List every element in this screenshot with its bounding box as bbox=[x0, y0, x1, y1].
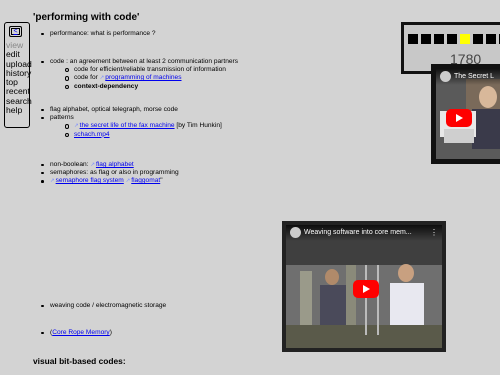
back-button[interactable]: < bbox=[9, 26, 22, 37]
core-rope-memory-link[interactable]: Core Rope Memory bbox=[52, 329, 110, 336]
fax-machine-author: [by Tim Hunkin] bbox=[174, 122, 222, 130]
video-title-bar: Weaving software into core mem... ⋮ bbox=[286, 225, 442, 241]
list-item: ↗semaphore flag system ↗flaggomat" bbox=[38, 177, 179, 185]
programming-of-machines-link[interactable]: programming of machines bbox=[105, 74, 181, 81]
sidebar: < view edit upload history top recent se… bbox=[4, 22, 32, 128]
list-item: code for ↗programming of machines bbox=[62, 74, 238, 82]
closing-quote: " bbox=[160, 177, 163, 185]
external-link-icon: ↗ bbox=[74, 123, 79, 130]
bit-square bbox=[473, 34, 483, 44]
video-thumbnail[interactable]: The Secret L bbox=[436, 69, 500, 159]
code-for-prefix: code for bbox=[74, 74, 100, 82]
external-link-icon: ↗ bbox=[50, 178, 55, 185]
list-item: performance: what is performance ? bbox=[38, 30, 156, 38]
semaphore-flag-system-link[interactable]: semaphore flag system bbox=[56, 177, 124, 184]
list-item: (Core Rope Memory) bbox=[38, 329, 112, 337]
external-link-icon: ↗ bbox=[90, 162, 95, 168]
nonboolean-prefix: non-boolean: bbox=[50, 161, 91, 168]
schach-video-link[interactable]: schach.mp4 bbox=[74, 131, 110, 138]
bit-square bbox=[408, 34, 418, 44]
more-options-icon[interactable]: ⋮ bbox=[430, 225, 438, 241]
list-item: weaving code / electromagnetic storage bbox=[38, 302, 166, 310]
flag-alphabet-link[interactable]: flag alphabet bbox=[96, 161, 134, 168]
play-icon[interactable] bbox=[446, 109, 472, 127]
patterns-sublist: ↗the secret life of the fax machine [by … bbox=[50, 122, 222, 138]
list-item: schach.mp4 bbox=[62, 131, 222, 139]
paren-close: ) bbox=[109, 329, 112, 336]
fax-machine-link[interactable]: the secret life of the fax machine bbox=[80, 122, 175, 129]
list-flag: flag alphabet, optical telegraph, morse … bbox=[38, 106, 222, 139]
list-core-rope: (Core Rope Memory) bbox=[38, 329, 112, 337]
list-item: context-dependency bbox=[62, 83, 238, 91]
list-item: flag alphabet, optical telegraph, morse … bbox=[38, 106, 222, 114]
list-item: code : an agreement between at least 2 c… bbox=[38, 58, 238, 91]
section-heading: visual bit-based codes: bbox=[33, 356, 126, 366]
bit-square bbox=[434, 34, 444, 44]
list-item: non-boolean: ↗flag alphabet bbox=[38, 161, 179, 169]
channel-avatar bbox=[440, 70, 451, 82]
sidebar-item-help[interactable]: help bbox=[6, 105, 29, 115]
video-embed-core-memory[interactable]: Weaving software into core mem... ⋮ bbox=[282, 221, 446, 352]
list-code: code : an agreement between at least 2 c… bbox=[38, 58, 238, 91]
video-title: Weaving software into core mem... bbox=[304, 229, 412, 236]
video-thumbnail[interactable]: Weaving software into core mem... ⋮ bbox=[286, 225, 442, 348]
video-title: The Secret L bbox=[454, 73, 495, 80]
video-title-bar: The Secret L bbox=[436, 69, 500, 85]
list-item: semaphores: as flag or also in programmi… bbox=[38, 169, 179, 177]
video-embed-secret-life[interactable]: The Secret L bbox=[431, 64, 500, 164]
list-item: ↗the secret life of the fax machine [by … bbox=[62, 122, 222, 130]
play-icon[interactable] bbox=[353, 280, 379, 298]
code-sublist: code for efficient/reliable transmission… bbox=[50, 66, 238, 91]
list-performance: performance: what is performance ? bbox=[38, 30, 156, 38]
bit-square bbox=[486, 34, 496, 44]
list-nonboolean: non-boolean: ↗flag alphabet semaphores: … bbox=[38, 161, 179, 186]
list-item: patterns ↗the secret life of the fax mac… bbox=[38, 114, 222, 139]
external-link-icon: ↗ bbox=[125, 178, 131, 185]
list-weaving: weaving code / electromagnetic storage bbox=[38, 302, 166, 310]
page-title: 'performing with code' bbox=[33, 12, 140, 23]
list-item: code for efficient/reliable transmission… bbox=[62, 66, 238, 74]
channel-avatar bbox=[290, 226, 301, 238]
bit-square bbox=[447, 34, 457, 44]
flaggomat-link[interactable]: flaggomat bbox=[131, 177, 160, 184]
code-definition: code : an agreement between at least 2 c… bbox=[50, 58, 239, 65]
patterns-label: patterns bbox=[50, 114, 74, 122]
external-link-icon: ↗ bbox=[99, 75, 105, 82]
bit-square bbox=[460, 34, 470, 44]
bit-square bbox=[421, 34, 431, 44]
